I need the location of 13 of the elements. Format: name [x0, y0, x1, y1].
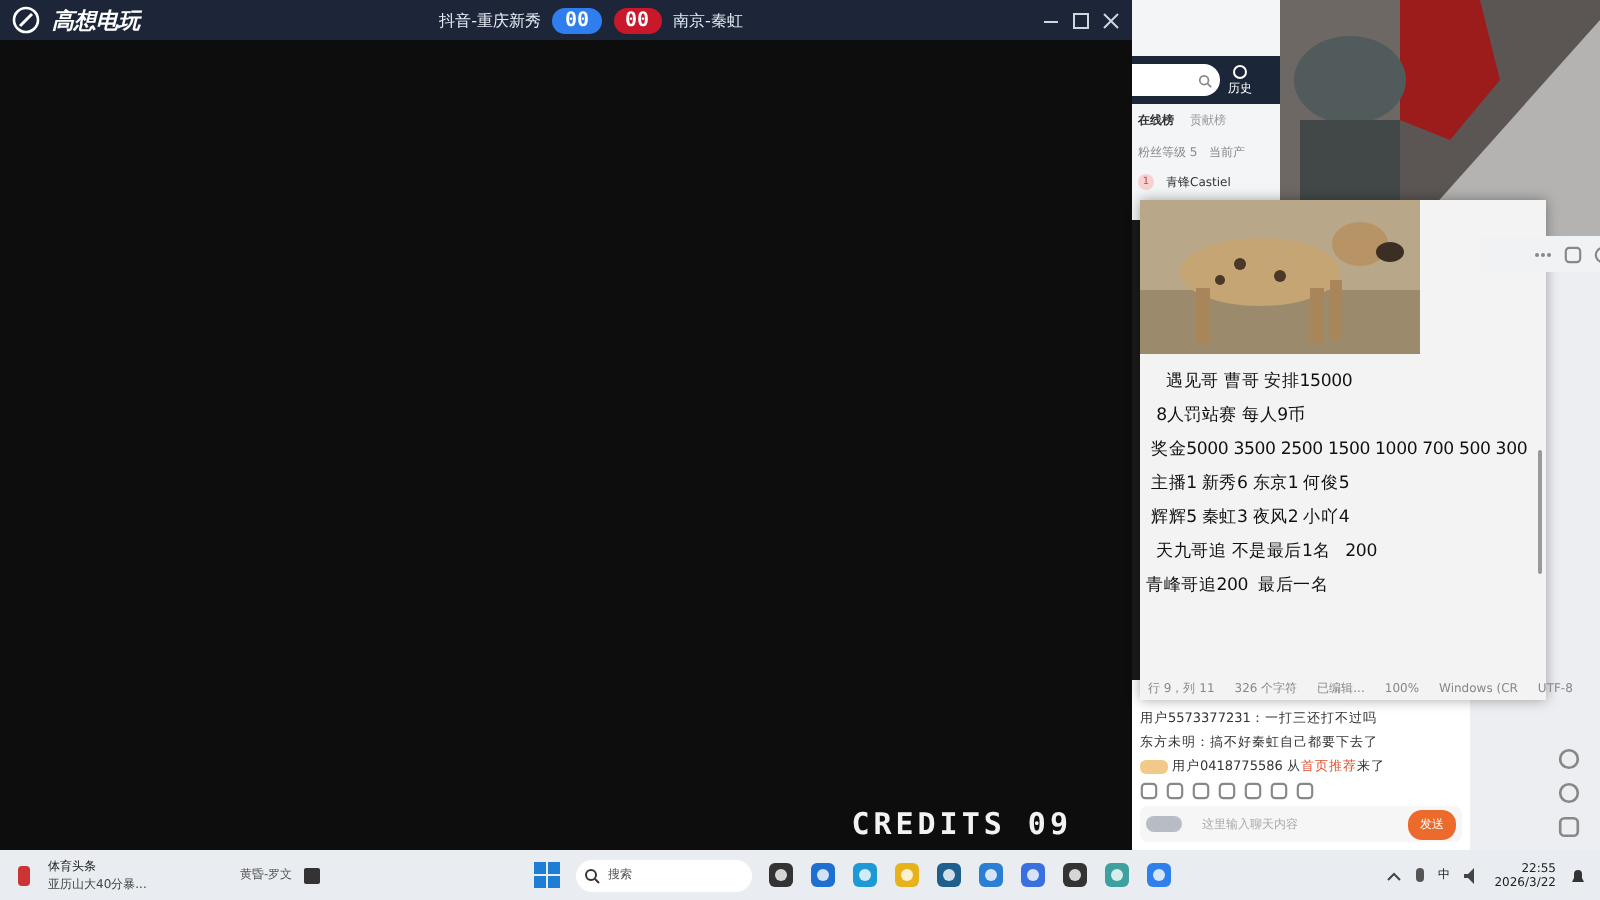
score: 00 — [552, 7, 601, 33]
text-line: 奖金5000 3500 2500 1500 1000 700 500 300 — [1149, 438, 1530, 464]
text-line: 辉辉5 秦虹3 夜风2 小吖4 — [1149, 506, 1352, 532]
text-line: 天九哥追 不是最后1名 200 — [1154, 540, 1379, 566]
player-name: 南京-秦虹 — [673, 9, 743, 31]
text-line: 遇见哥 曹哥 安排15000 — [1164, 370, 1355, 396]
text-line: 8人罚站赛 每人9币 — [1154, 404, 1308, 430]
app-logo-text: 高想电玩 — [52, 5, 140, 35]
player-name: 抖音-重庆新秀 — [439, 9, 541, 31]
text-line: 青峰哥追200 最后一名 — [1146, 574, 1331, 600]
text-line: 主播1 新秀6 东京1 何俊5 — [1149, 472, 1352, 498]
credits-text: CREDITS 09 — [851, 806, 1072, 842]
score: 00 — [613, 7, 662, 33]
